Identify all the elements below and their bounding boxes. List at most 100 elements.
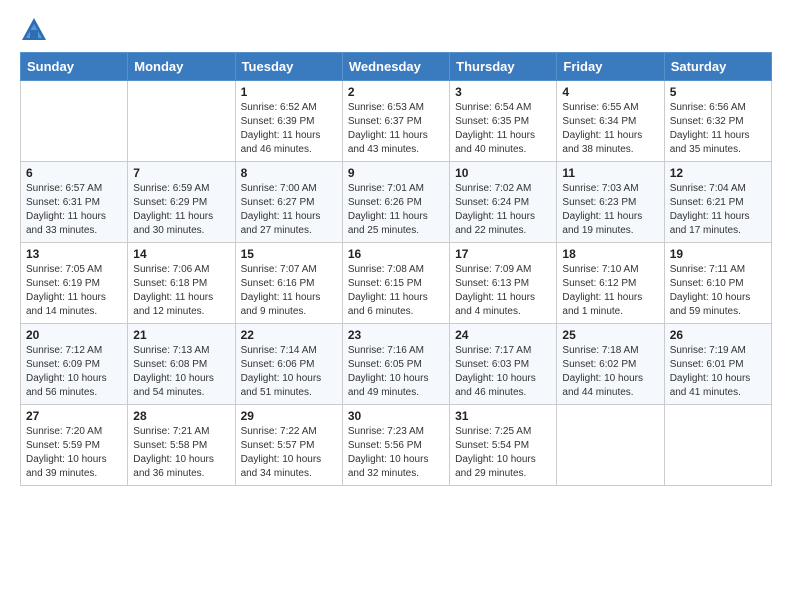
calendar-cell: 3 Sunrise: 6:54 AMSunset: 6:35 PMDaylight…	[450, 81, 557, 162]
weekday-header-thursday: Thursday	[450, 53, 557, 81]
cell-info: Sunrise: 7:11 AMSunset: 6:10 PMDaylight:…	[670, 263, 766, 319]
day-number: 12	[670, 166, 766, 180]
cell-info: Sunrise: 7:13 AMSunset: 6:08 PMDaylight:…	[133, 344, 229, 400]
calendar-cell: 30Sunrise: 7:23 AMSunset: 5:56 PMDayligh…	[342, 405, 449, 486]
day-number: 13	[26, 247, 122, 261]
calendar-cell: 4 Sunrise: 6:55 AMSunset: 6:34 PMDaylight…	[557, 81, 664, 162]
calendar-cell: 14Sunrise: 7:06 AMSunset: 6:18 PMDayligh…	[128, 243, 235, 324]
calendar-cell: 2 Sunrise: 6:53 AMSunset: 6:37 PMDaylight…	[342, 81, 449, 162]
weekday-header-wednesday: Wednesday	[342, 53, 449, 81]
week-row-4: 20Sunrise: 7:12 AMSunset: 6:09 PMDayligh…	[21, 324, 772, 405]
logo-icon	[20, 16, 48, 44]
calendar-cell: 22Sunrise: 7:14 AMSunset: 6:06 PMDayligh…	[235, 324, 342, 405]
week-row-5: 27 Sunrise: 7:20 AMSunset: 5:59 PMDayligh…	[21, 405, 772, 486]
cell-info: Sunrise: 7:18 AMSunset: 6:02 PMDaylight:…	[562, 344, 658, 400]
day-number: 28	[133, 409, 229, 423]
calendar-cell: 11 Sunrise: 7:03 AMSunset: 6:23 PMDayligh…	[557, 162, 664, 243]
page: SundayMondayTuesdayWednesdayThursdayFrid…	[0, 0, 792, 502]
day-number: 9	[348, 166, 444, 180]
calendar-cell: 12 Sunrise: 7:04 AMSunset: 6:21 PMDayligh…	[664, 162, 771, 243]
day-number: 19	[670, 247, 766, 261]
day-number: 7	[133, 166, 229, 180]
calendar-cell	[664, 405, 771, 486]
day-number: 5	[670, 85, 766, 99]
day-number: 26	[670, 328, 766, 342]
calendar-cell: 7 Sunrise: 6:59 AMSunset: 6:29 PMDaylight…	[128, 162, 235, 243]
cell-info: Sunrise: 6:59 AMSunset: 6:29 PMDaylight:…	[133, 182, 229, 238]
day-number: 10	[455, 166, 551, 180]
weekday-header-saturday: Saturday	[664, 53, 771, 81]
cell-info: Sunrise: 6:54 AMSunset: 6:35 PMDaylight:…	[455, 101, 551, 157]
day-number: 1	[241, 85, 337, 99]
calendar-cell	[128, 81, 235, 162]
day-number: 16	[348, 247, 444, 261]
calendar-cell: 5 Sunrise: 6:56 AMSunset: 6:32 PMDaylight…	[664, 81, 771, 162]
calendar-cell: 1 Sunrise: 6:52 AMSunset: 6:39 PMDaylight…	[235, 81, 342, 162]
calendar-cell: 23 Sunrise: 7:16 AMSunset: 6:05 PMDayligh…	[342, 324, 449, 405]
day-number: 15	[241, 247, 337, 261]
cell-info: Sunrise: 7:08 AMSunset: 6:15 PMDaylight:…	[348, 263, 444, 319]
calendar-cell: 9 Sunrise: 7:01 AMSunset: 6:26 PMDaylight…	[342, 162, 449, 243]
cell-info: Sunrise: 7:19 AMSunset: 6:01 PMDaylight:…	[670, 344, 766, 400]
day-number: 11	[562, 166, 658, 180]
week-row-3: 13 Sunrise: 7:05 AMSunset: 6:19 PMDayligh…	[21, 243, 772, 324]
day-number: 24	[455, 328, 551, 342]
day-number: 22	[241, 328, 337, 342]
weekday-header-sunday: Sunday	[21, 53, 128, 81]
calendar-cell: 29 Sunrise: 7:22 AMSunset: 5:57 PMDayligh…	[235, 405, 342, 486]
calendar-cell: 24 Sunrise: 7:17 AMSunset: 6:03 PMDayligh…	[450, 324, 557, 405]
week-row-1: 1 Sunrise: 6:52 AMSunset: 6:39 PMDaylight…	[21, 81, 772, 162]
cell-info: Sunrise: 7:06 AMSunset: 6:18 PMDaylight:…	[133, 263, 229, 319]
day-number: 21	[133, 328, 229, 342]
calendar-cell: 31Sunrise: 7:25 AMSunset: 5:54 PMDayligh…	[450, 405, 557, 486]
calendar-cell: 28 Sunrise: 7:21 AMSunset: 5:58 PMDayligh…	[128, 405, 235, 486]
cell-info: Sunrise: 6:55 AMSunset: 6:34 PMDaylight:…	[562, 101, 658, 157]
cell-info: Sunrise: 7:05 AMSunset: 6:19 PMDaylight:…	[26, 263, 122, 319]
cell-info: Sunrise: 6:56 AMSunset: 6:32 PMDaylight:…	[670, 101, 766, 157]
calendar-cell: 13 Sunrise: 7:05 AMSunset: 6:19 PMDayligh…	[21, 243, 128, 324]
day-number: 23	[348, 328, 444, 342]
cell-info: Sunrise: 7:23 AMSunset: 5:56 PMDaylight:…	[348, 425, 444, 481]
calendar-cell: 20Sunrise: 7:12 AMSunset: 6:09 PMDayligh…	[21, 324, 128, 405]
cell-info: Sunrise: 7:03 AMSunset: 6:23 PMDaylight:…	[562, 182, 658, 238]
cell-info: Sunrise: 6:52 AMSunset: 6:39 PMDaylight:…	[241, 101, 337, 157]
calendar-cell: 10 Sunrise: 7:02 AMSunset: 6:24 PMDayligh…	[450, 162, 557, 243]
calendar-cell	[557, 405, 664, 486]
header	[20, 16, 772, 44]
cell-info: Sunrise: 7:20 AMSunset: 5:59 PMDaylight:…	[26, 425, 122, 481]
cell-info: Sunrise: 7:00 AMSunset: 6:27 PMDaylight:…	[241, 182, 337, 238]
day-number: 4	[562, 85, 658, 99]
calendar-cell: 25Sunrise: 7:18 AMSunset: 6:02 PMDayligh…	[557, 324, 664, 405]
cell-info: Sunrise: 7:04 AMSunset: 6:21 PMDaylight:…	[670, 182, 766, 238]
day-number: 29	[241, 409, 337, 423]
day-number: 3	[455, 85, 551, 99]
cell-info: Sunrise: 7:10 AMSunset: 6:12 PMDaylight:…	[562, 263, 658, 319]
week-row-2: 6Sunrise: 6:57 AMSunset: 6:31 PMDaylight…	[21, 162, 772, 243]
day-number: 6	[26, 166, 122, 180]
weekday-header-row: SundayMondayTuesdayWednesdayThursdayFrid…	[21, 53, 772, 81]
calendar-cell: 16 Sunrise: 7:08 AMSunset: 6:15 PMDayligh…	[342, 243, 449, 324]
weekday-header-tuesday: Tuesday	[235, 53, 342, 81]
logo	[20, 16, 52, 44]
calendar-cell: 17Sunrise: 7:09 AMSunset: 6:13 PMDayligh…	[450, 243, 557, 324]
cell-info: Sunrise: 7:02 AMSunset: 6:24 PMDaylight:…	[455, 182, 551, 238]
cell-info: Sunrise: 7:09 AMSunset: 6:13 PMDaylight:…	[455, 263, 551, 319]
calendar-cell: 21 Sunrise: 7:13 AMSunset: 6:08 PMDayligh…	[128, 324, 235, 405]
day-number: 8	[241, 166, 337, 180]
cell-info: Sunrise: 6:53 AMSunset: 6:37 PMDaylight:…	[348, 101, 444, 157]
cell-info: Sunrise: 7:21 AMSunset: 5:58 PMDaylight:…	[133, 425, 229, 481]
day-number: 2	[348, 85, 444, 99]
calendar-cell	[21, 81, 128, 162]
cell-info: Sunrise: 7:22 AMSunset: 5:57 PMDaylight:…	[241, 425, 337, 481]
calendar-cell: 15 Sunrise: 7:07 AMSunset: 6:16 PMDayligh…	[235, 243, 342, 324]
cell-info: Sunrise: 7:07 AMSunset: 6:16 PMDaylight:…	[241, 263, 337, 319]
weekday-header-monday: Monday	[128, 53, 235, 81]
cell-info: Sunrise: 7:17 AMSunset: 6:03 PMDaylight:…	[455, 344, 551, 400]
cell-info: Sunrise: 7:01 AMSunset: 6:26 PMDaylight:…	[348, 182, 444, 238]
calendar-cell: 6Sunrise: 6:57 AMSunset: 6:31 PMDaylight…	[21, 162, 128, 243]
weekday-header-friday: Friday	[557, 53, 664, 81]
day-number: 27	[26, 409, 122, 423]
cell-info: Sunrise: 7:16 AMSunset: 6:05 PMDaylight:…	[348, 344, 444, 400]
calendar: SundayMondayTuesdayWednesdayThursdayFrid…	[20, 52, 772, 486]
day-number: 31	[455, 409, 551, 423]
